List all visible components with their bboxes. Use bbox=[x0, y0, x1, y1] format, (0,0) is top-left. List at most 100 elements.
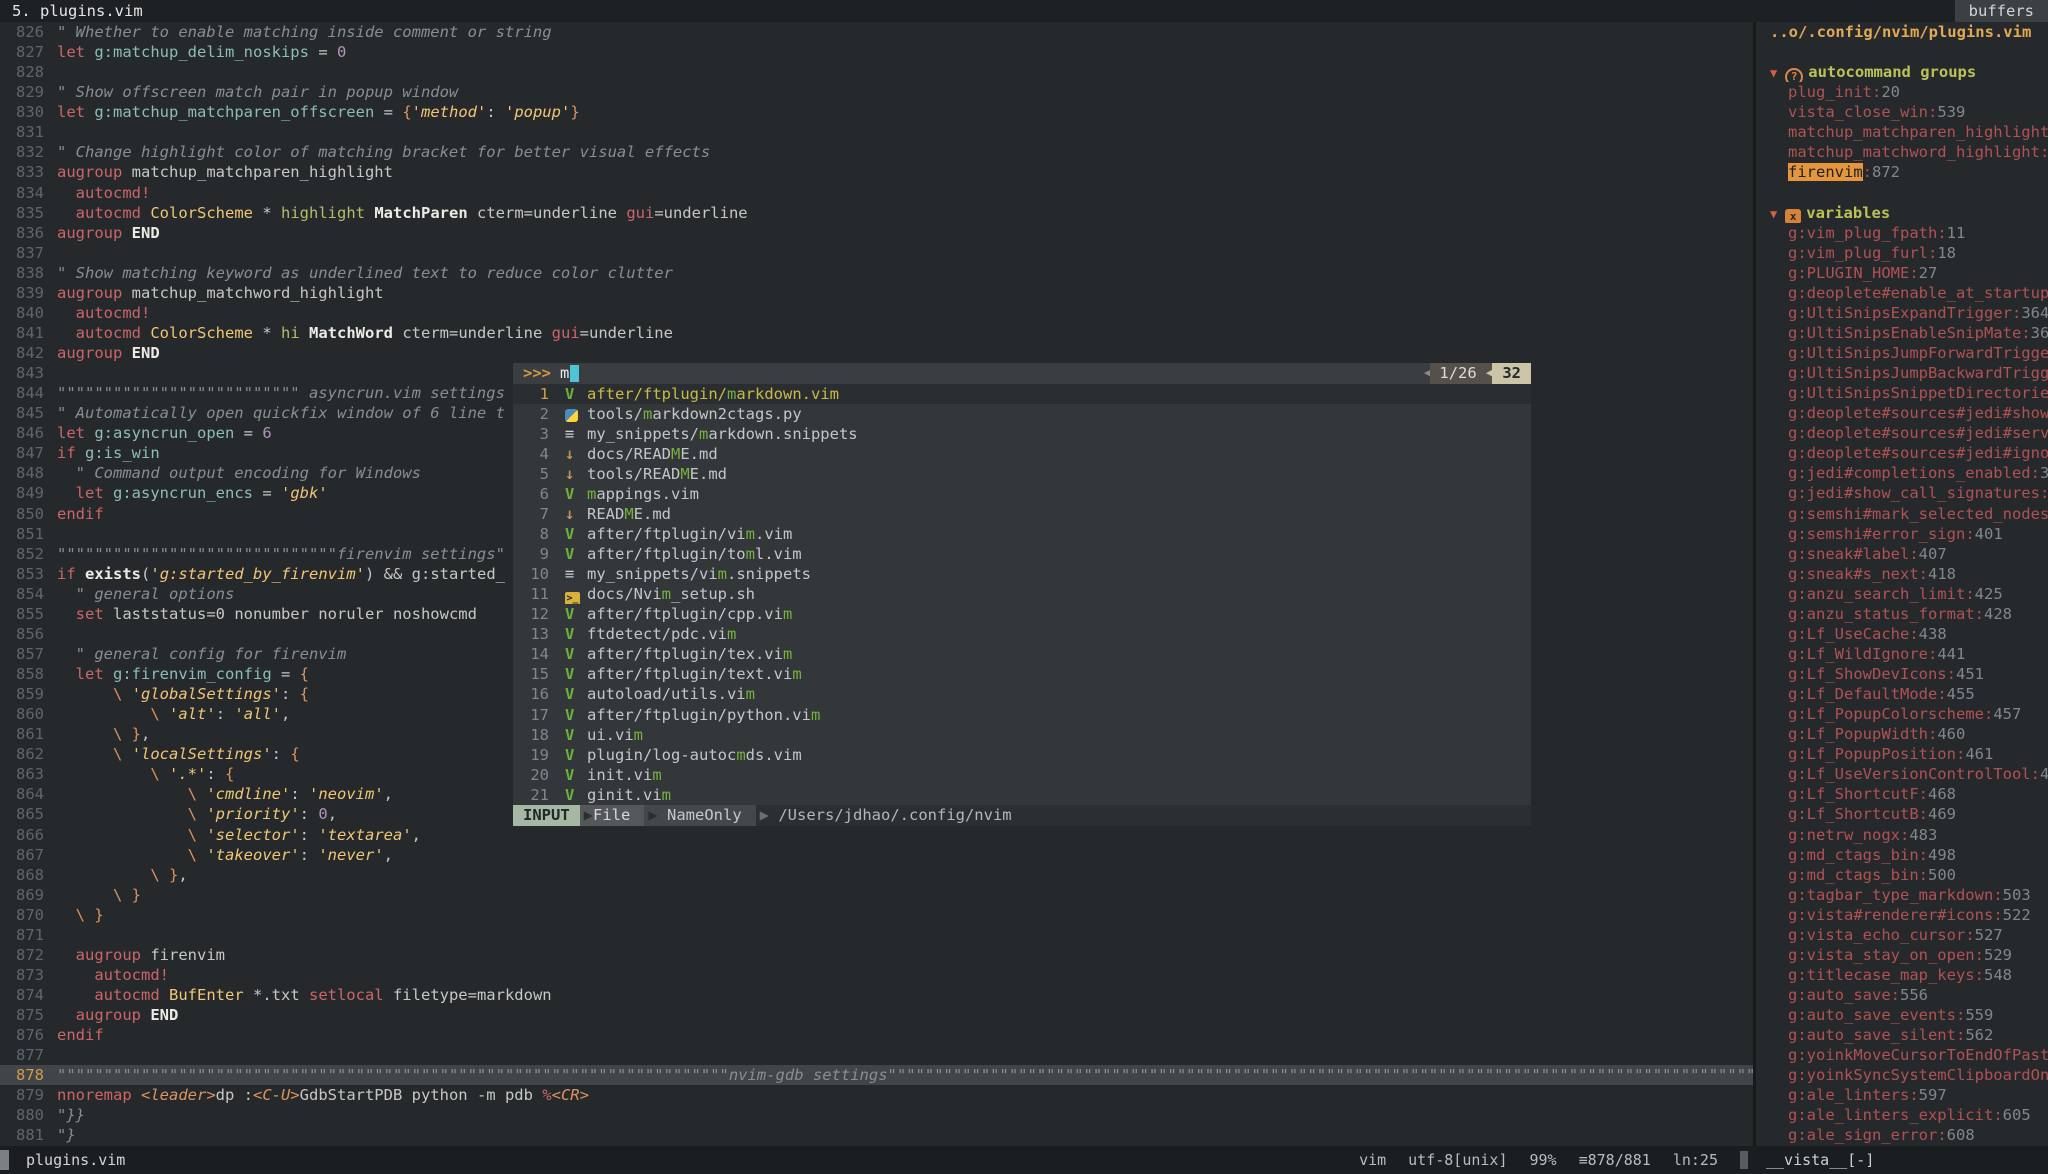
file-row[interactable]: 7↓README.md bbox=[513, 504, 1531, 524]
file-row[interactable]: 13Vftdetect/pdc.vim bbox=[513, 624, 1531, 644]
vista-tag-item[interactable]: vista_close_win:539 bbox=[1756, 102, 2048, 122]
vista-tag-item[interactable]: g:Lf_PopupWidth:460 bbox=[1756, 724, 2048, 744]
tab-plugins-vim[interactable]: 5. plugins.vim bbox=[0, 0, 155, 22]
editor-line[interactable]: 841 autocmd ColorScheme * hi MatchWord c… bbox=[0, 323, 1753, 343]
editor-line[interactable]: 874 autocmd BufEnter *.txt setlocal file… bbox=[0, 985, 1753, 1005]
vista-tag-item[interactable]: g:Lf_ShortcutF:468 bbox=[1756, 784, 2048, 804]
vista-tag-item[interactable]: g:md_ctags_bin:498 bbox=[1756, 845, 2048, 865]
vista-tag-item[interactable]: g:yoinkMoveCursorToEndOfPast bbox=[1756, 1045, 2048, 1065]
editor-line[interactable]: 880"}} bbox=[0, 1105, 1753, 1125]
vista-tag-item[interactable]: g:auto_save:556 bbox=[1756, 985, 2048, 1005]
vista-tag-item[interactable]: g:Lf_ShortcutB:469 bbox=[1756, 804, 2048, 824]
vista-tag-item[interactable]: g:jedi#show_call_signatures: bbox=[1756, 483, 2048, 503]
vista-tag-item[interactable]: g:deoplete#sources#jedi#show bbox=[1756, 403, 2048, 423]
file-row[interactable]: 17Vafter/ftplugin/python.vim bbox=[513, 705, 1531, 725]
vista-tag-item[interactable]: g:auto_save_silent:562 bbox=[1756, 1025, 2048, 1045]
file-row[interactable]: 20Vinit.vim bbox=[513, 765, 1531, 785]
editor-line[interactable]: 881"} bbox=[0, 1125, 1753, 1145]
editor-line[interactable]: 871 bbox=[0, 925, 1753, 945]
editor-line[interactable]: 866 \ 'selector': 'textarea', bbox=[0, 825, 1753, 845]
file-row[interactable]: 10≡my_snippets/vim.snippets bbox=[513, 564, 1531, 584]
vista-tag-item[interactable]: g:vim_plug_fpath:11 bbox=[1756, 223, 2048, 243]
vista-tag-item[interactable]: g:ale_linters_explicit:605 bbox=[1756, 1105, 2048, 1125]
editor-line[interactable]: 826" Whether to enable matching inside c… bbox=[0, 22, 1753, 42]
editor-line[interactable]: 831 bbox=[0, 122, 1753, 142]
editor-line[interactable]: 839augroup matchup_matchword_highlight bbox=[0, 283, 1753, 303]
vista-tag-item[interactable]: g:Lf_WildIgnore:441 bbox=[1756, 644, 2048, 664]
vista-tag-item[interactable]: g:tagbar_type_markdown:503 bbox=[1756, 885, 2048, 905]
collapse-triangle-icon[interactable]: ▼ bbox=[1770, 66, 1777, 80]
vista-tag-item[interactable]: g:ale_linters:597 bbox=[1756, 1085, 2048, 1105]
vista-tag-item[interactable]: g:Lf_PopupPosition:461 bbox=[1756, 744, 2048, 764]
vista-tag-item[interactable]: g:yoinkSyncSystemClipboardOn bbox=[1756, 1065, 2048, 1085]
file-row[interactable]: 15Vafter/ftplugin/text.vim bbox=[513, 664, 1531, 684]
editor-line[interactable]: 869 \ } bbox=[0, 885, 1753, 905]
editor-line[interactable]: 830let g:matchup_matchparen_offscreen = … bbox=[0, 102, 1753, 122]
vista-tag-item[interactable]: matchup_matchparen_highlight bbox=[1756, 122, 2048, 142]
editor-line[interactable]: 838" Show matching keyword as underlined… bbox=[0, 263, 1753, 283]
file-row[interactable]: 11>_docs/Nvim_setup.sh bbox=[513, 584, 1531, 604]
search-query-input[interactable]: m bbox=[551, 363, 569, 384]
vista-section-header[interactable]: ▼?autocommand groups bbox=[1756, 62, 2048, 82]
editor-line[interactable]: 836augroup END bbox=[0, 223, 1753, 243]
editor-line[interactable]: 872 augroup firenvim bbox=[0, 945, 1753, 965]
editor-line[interactable]: 827let g:matchup_delim_noskips = 0 bbox=[0, 42, 1753, 62]
file-row[interactable]: 3≡my_snippets/markdown.snippets bbox=[513, 424, 1531, 444]
vista-tag-item[interactable]: g:UltiSnipsJumpBackwardTrigg bbox=[1756, 363, 2048, 383]
vista-tag-item[interactable]: g:Lf_PopupColorscheme:457 bbox=[1756, 704, 2048, 724]
file-row[interactable]: 19Vplugin/log-autocmds.vim bbox=[513, 745, 1531, 765]
vista-tag-item[interactable]: g:sneak#label:407 bbox=[1756, 544, 2048, 564]
vista-tag-item[interactable]: g:deoplete#enable_at_startup bbox=[1756, 283, 2048, 303]
file-row[interactable]: 12Vafter/ftplugin/cpp.vim bbox=[513, 604, 1531, 624]
file-row[interactable]: 21Vginit.vim bbox=[513, 785, 1531, 805]
vista-tag-item[interactable]: g:anzu_status_format:428 bbox=[1756, 604, 2048, 624]
vista-tag-item[interactable]: g:deoplete#sources#jedi#serv bbox=[1756, 423, 2048, 443]
editor-line[interactable]: 867 \ 'takeover': 'never', bbox=[0, 845, 1753, 865]
editor-line[interactable]: 842augroup END bbox=[0, 343, 1753, 363]
editor-line[interactable]: 828 bbox=[0, 62, 1753, 82]
vista-tag-item[interactable]: g:titlecase_map_keys:548 bbox=[1756, 965, 2048, 985]
file-row[interactable]: 8Vafter/ftplugin/vim.vim bbox=[513, 524, 1531, 544]
vista-tag-item[interactable]: g:semshi#mark_selected_nodes bbox=[1756, 504, 2048, 524]
vista-tag-item[interactable]: g:PLUGIN_HOME:27 bbox=[1756, 263, 2048, 283]
vista-tag-item[interactable]: g:Lf_ShowDevIcons:451 bbox=[1756, 664, 2048, 684]
vista-tag-item[interactable]: g:anzu_search_limit:425 bbox=[1756, 584, 2048, 604]
vista-tag-item[interactable]: g:ale_sign_error:608 bbox=[1756, 1125, 2048, 1145]
editor-line[interactable]: 879nnoremap <leader>dp :<C-U>GdbStartPDB… bbox=[0, 1085, 1753, 1105]
vista-tag-item[interactable]: g:netrw_nogx:483 bbox=[1756, 825, 2048, 845]
vista-tag-item[interactable]: g:sneak#s_next:418 bbox=[1756, 564, 2048, 584]
vista-tag-item[interactable]: g:semshi#error_sign:401 bbox=[1756, 524, 2048, 544]
vista-tag-item[interactable]: g:Lf_DefaultMode:455 bbox=[1756, 684, 2048, 704]
file-row[interactable]: 5↓tools/README.md bbox=[513, 464, 1531, 484]
vista-tag-item[interactable]: g:UltiSnipsExpandTrigger:364 bbox=[1756, 303, 2048, 323]
collapse-triangle-icon[interactable]: ▼ bbox=[1770, 207, 1777, 221]
file-row[interactable]: 9Vafter/ftplugin/toml.vim bbox=[513, 544, 1531, 564]
file-row[interactable]: 18Vui.vim bbox=[513, 725, 1531, 745]
file-row[interactable]: 2tools/markdown2ctags.py bbox=[513, 404, 1531, 424]
editor-line[interactable]: 834 autocmd! bbox=[0, 183, 1753, 203]
editor-line[interactable]: 833augroup matchup_matchparen_highlight bbox=[0, 162, 1753, 182]
vista-tag-item[interactable]: g:UltiSnipsSnippetDirectorie bbox=[1756, 383, 2048, 403]
vista-tag-item[interactable]: g:Lf_UseVersionControlTool:4 bbox=[1756, 764, 2048, 784]
vista-tag-item[interactable]: plug_init:20 bbox=[1756, 82, 2048, 102]
editor-line[interactable]: 876endif bbox=[0, 1025, 1753, 1045]
editor-line[interactable]: 840 autocmd! bbox=[0, 303, 1753, 323]
file-row[interactable]: 4↓docs/README.md bbox=[513, 444, 1531, 464]
vista-tag-item[interactable]: g:deoplete#sources#jedi#igno bbox=[1756, 443, 2048, 463]
editor-line[interactable]: 875 augroup END bbox=[0, 1005, 1753, 1025]
vista-tag-item[interactable]: g:auto_save_events:559 bbox=[1756, 1005, 2048, 1025]
vista-tag-item[interactable]: g:UltiSnipsEnableSnipMate:36 bbox=[1756, 323, 2048, 343]
vista-tag-item[interactable]: g:vim_plug_furl:18 bbox=[1756, 243, 2048, 263]
editor-line[interactable]: 870 \ } bbox=[0, 905, 1753, 925]
vista-tag-item[interactable]: g:md_ctags_bin:500 bbox=[1756, 865, 2048, 885]
editor-line[interactable]: 837 bbox=[0, 243, 1753, 263]
vista-tag-item[interactable]: g:vista_echo_cursor:527 bbox=[1756, 925, 2048, 945]
vista-tag-item[interactable]: matchup_matchword_highlight: bbox=[1756, 142, 2048, 162]
editor-line[interactable]: 835 autocmd ColorScheme * highlight Matc… bbox=[0, 203, 1753, 223]
file-row[interactable]: 1Vafter/ftplugin/markdown.vim bbox=[513, 384, 1531, 404]
vista-tag-item[interactable]: g:UltiSnipsJumpForwardTrigge bbox=[1756, 343, 2048, 363]
editor-line[interactable]: 829" Show offscreen match pair in popup … bbox=[0, 82, 1753, 102]
file-row[interactable]: 14Vafter/ftplugin/tex.vim bbox=[513, 644, 1531, 664]
file-row[interactable]: 16Vautoload/utils.vim bbox=[513, 684, 1531, 704]
editor-line[interactable]: 878"""""""""""""""""""""""""""""""""""""… bbox=[0, 1065, 1753, 1085]
